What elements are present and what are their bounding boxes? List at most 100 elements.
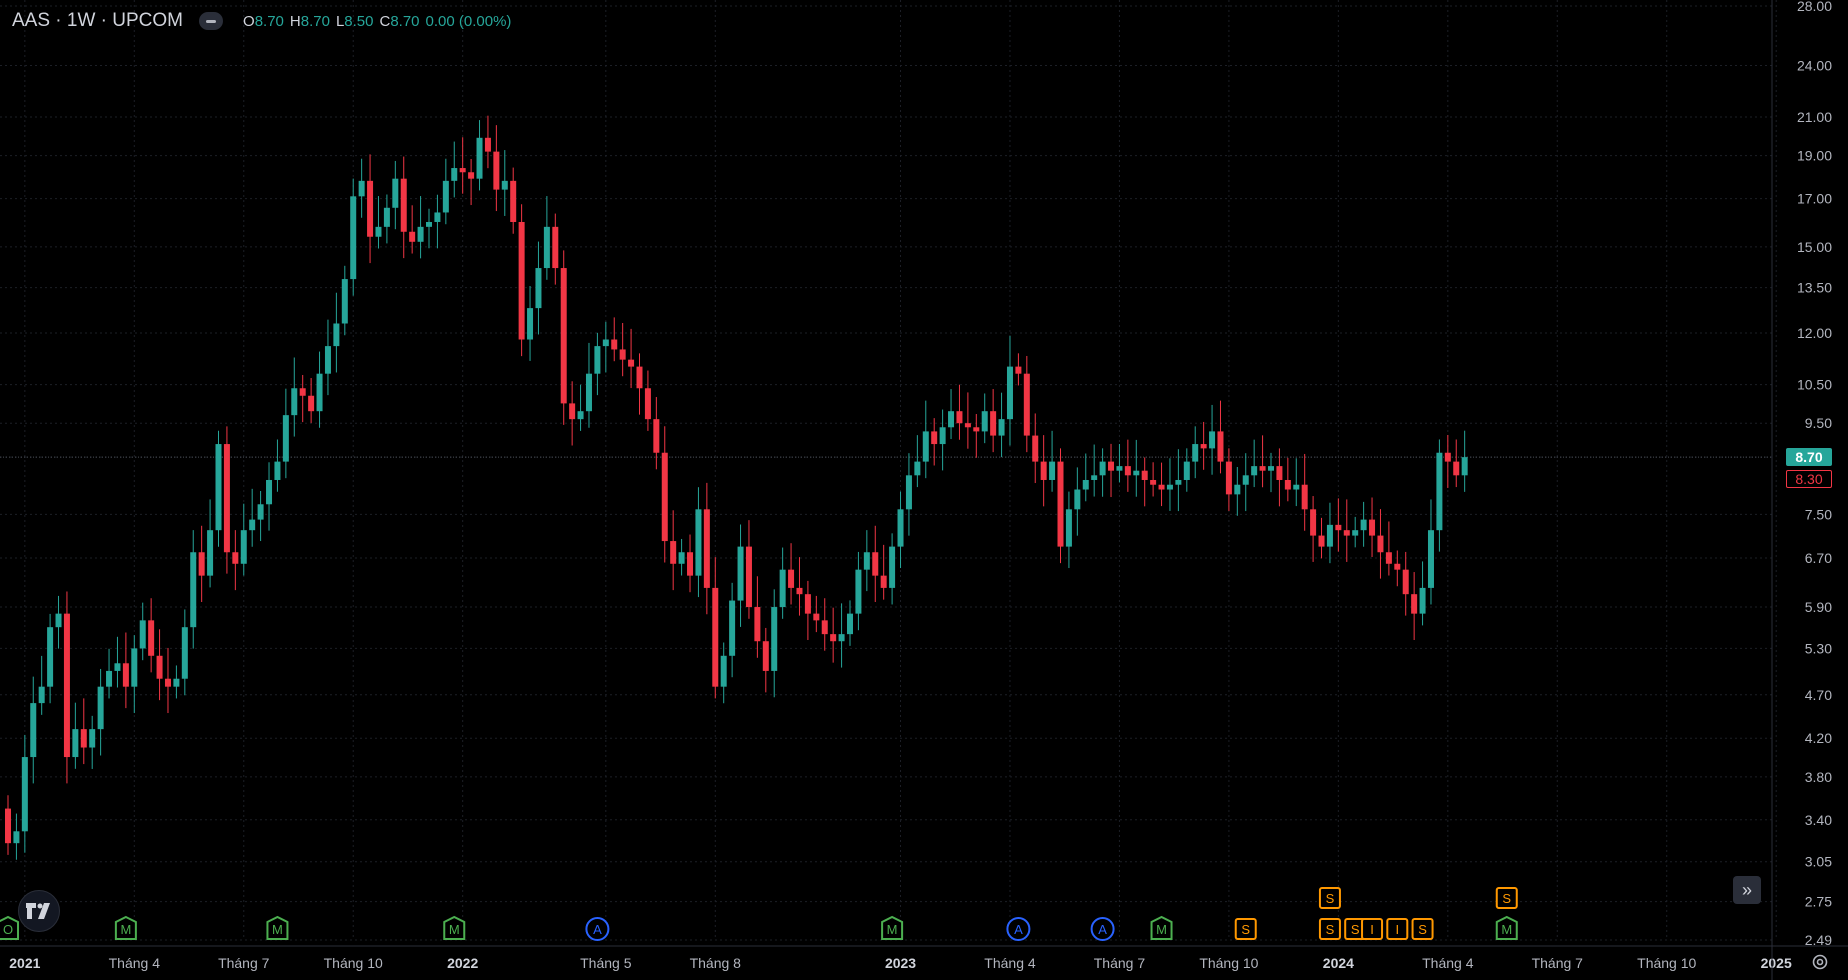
candle-body — [1284, 479, 1291, 490]
time-tick-label: Tháng 10 — [1637, 955, 1696, 971]
event-marker-label: I — [1370, 922, 1374, 937]
time-tick-label: Tháng 7 — [1094, 955, 1146, 971]
event-marker-dividend[interactable]: S — [1411, 918, 1434, 940]
event-marker-meeting[interactable]: M — [443, 915, 466, 940]
event-marker-dividend[interactable]: S — [1234, 918, 1257, 940]
candle-body — [527, 308, 534, 340]
candle-body — [341, 279, 348, 324]
candle-body — [661, 452, 668, 542]
candle-body — [333, 323, 340, 347]
tradingview-logo-icon[interactable] — [18, 890, 60, 932]
candle-body — [223, 444, 230, 553]
event-marker-earnings[interactable]: A — [1006, 917, 1031, 941]
event-marker-dividend[interactable]: S — [1318, 887, 1341, 909]
low-value: 8.50 — [344, 12, 374, 30]
candle-body — [1461, 457, 1468, 476]
candle-body — [392, 178, 399, 208]
candle-body — [931, 431, 938, 445]
candle-body — [1040, 461, 1047, 480]
time-tick-label: 2021 — [9, 955, 40, 971]
candle-body — [308, 395, 315, 412]
candle-body — [939, 427, 946, 445]
candle-body — [1377, 535, 1384, 553]
candle-body — [973, 427, 980, 432]
candle-body — [240, 530, 247, 564]
candle-body — [543, 226, 550, 269]
candle-body — [30, 703, 37, 758]
event-marker-earnings[interactable]: A — [1090, 917, 1115, 941]
candle-body — [1234, 484, 1241, 495]
event-marker-dividend[interactable]: I — [1386, 918, 1409, 940]
candle-body — [1268, 466, 1274, 471]
event-marker-label: A — [1098, 922, 1107, 937]
candle-body — [771, 607, 778, 671]
candle-body — [585, 373, 592, 412]
low-label: L — [335, 12, 345, 30]
candle-body — [745, 546, 752, 608]
price-tick-label: 19.00 — [1797, 148, 1832, 164]
event-marker-label: S — [1351, 922, 1360, 937]
candle-body — [922, 431, 929, 462]
price-tick-label: 5.30 — [1805, 640, 1832, 656]
chart-grid — [0, 0, 1777, 941]
candle-body — [779, 569, 786, 608]
candle-body — [1192, 444, 1199, 462]
candle-body — [729, 600, 736, 656]
candle-body — [1150, 479, 1157, 485]
price-tick-label: 10.50 — [1797, 377, 1832, 393]
candle-body — [1242, 475, 1249, 485]
event-marker-meeting[interactable]: M — [1495, 915, 1518, 940]
price-chart[interactable]: O M M M A M A A M SSS S I I SSM 28.0024.0021.0019.001… — [0, 0, 1848, 980]
event-marker-label: S — [1326, 891, 1335, 906]
candle-body — [897, 509, 904, 547]
candle-body — [1293, 484, 1300, 490]
candle-body — [139, 620, 146, 649]
candle-body — [1049, 461, 1056, 480]
event-marker-meeting[interactable]: M — [1150, 915, 1173, 940]
scroll-to-realtime-icon[interactable]: » — [1733, 876, 1761, 904]
candle-body — [964, 423, 971, 428]
settings-gear-icon[interactable] — [1810, 952, 1830, 972]
event-marker-label: A — [593, 922, 602, 937]
change-value: 0.00 (0.00%) — [425, 12, 512, 30]
event-marker-meeting[interactable]: M — [114, 915, 137, 940]
event-marker-label: S — [1241, 922, 1250, 937]
candle-body — [316, 373, 323, 412]
candle-body — [712, 587, 719, 687]
candle-body — [164, 678, 171, 687]
candle-body — [1402, 569, 1409, 595]
candle-body — [207, 530, 214, 576]
event-marker-meeting[interactable]: M — [881, 915, 904, 940]
candle-body — [1082, 479, 1089, 490]
candle-body — [55, 613, 62, 628]
candle-body — [173, 678, 180, 687]
candle-body — [459, 168, 466, 173]
candle-body — [687, 552, 694, 576]
candle-body — [796, 587, 803, 595]
candle-body — [619, 349, 626, 360]
candle-body — [1251, 466, 1258, 476]
candle-body — [628, 359, 635, 367]
candle-body — [1032, 435, 1039, 462]
event-marker-dividend[interactable]: S — [1495, 887, 1518, 909]
candle-body — [5, 808, 11, 844]
event-marker-dividend[interactable]: S — [1318, 918, 1341, 940]
collapse-legend-icon[interactable] — [199, 12, 224, 30]
candle-body — [468, 172, 475, 179]
event-marker-earnings[interactable]: A — [585, 917, 610, 941]
candle-body — [1326, 524, 1333, 547]
candle-body — [72, 729, 79, 758]
symbol-title[interactable]: AAS · 1W · UPCOM — [12, 10, 183, 32]
candle-body — [1023, 373, 1030, 436]
event-marker-meeting[interactable]: M — [266, 915, 289, 940]
candle-body — [838, 634, 845, 642]
event-marker-label: S — [1418, 922, 1427, 937]
candle-body — [198, 552, 205, 576]
candle-body — [1057, 461, 1064, 547]
candle-body — [1436, 452, 1443, 531]
candle-body — [1419, 587, 1426, 614]
event-marker-dividend[interactable]: I — [1361, 918, 1384, 940]
event-marker-meeting[interactable]: O — [0, 915, 19, 940]
candle-body — [1310, 509, 1317, 536]
price-tick-label: 12.00 — [1797, 325, 1832, 341]
